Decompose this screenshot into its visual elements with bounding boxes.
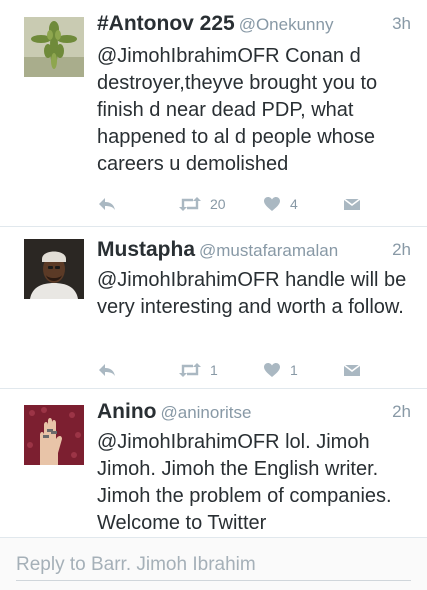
tweet-header: #Antonov 225 @Onekunny 3h bbox=[97, 12, 411, 36]
retweet-button[interactable]: 20 bbox=[179, 194, 226, 214]
reply-icon bbox=[99, 198, 115, 210]
display-name[interactable]: Mustapha bbox=[97, 238, 195, 261]
user-handle[interactable]: @aninoritse bbox=[160, 403, 251, 422]
reply-button[interactable] bbox=[97, 194, 117, 214]
display-name[interactable]: Anino bbox=[97, 400, 156, 423]
person-photo-icon bbox=[24, 239, 84, 299]
like-count: 1 bbox=[290, 362, 298, 378]
avatar[interactable] bbox=[24, 17, 84, 77]
retweet-icon bbox=[179, 363, 201, 377]
leaf-cross-icon bbox=[24, 17, 84, 77]
tweet-actions: 20 4 bbox=[97, 194, 367, 214]
tweet-header: Anino @aninoritse 2h bbox=[97, 400, 411, 424]
tweet-item[interactable]: Anino @aninoritse 2h @JimohIbrahimOFR lol… bbox=[0, 389, 427, 537]
timestamp: 2h bbox=[392, 402, 411, 421]
timeline-feed[interactable]: #Antonov 225 @Onekunny 3h @JimohIbrahimOF… bbox=[0, 0, 427, 537]
retweet-count: 1 bbox=[210, 362, 218, 378]
retweet-icon bbox=[179, 197, 201, 211]
hand-rings-icon bbox=[24, 405, 84, 465]
avatar[interactable] bbox=[24, 405, 84, 465]
like-button[interactable]: 1 bbox=[263, 360, 298, 380]
avatar[interactable] bbox=[24, 239, 84, 299]
envelope-icon bbox=[343, 364, 361, 376]
reply-bar bbox=[0, 537, 427, 590]
tweet-item[interactable]: #Antonov 225 @Onekunny 3h @JimohIbrahimOF… bbox=[0, 0, 427, 227]
display-name[interactable]: #Antonov 225 bbox=[97, 12, 235, 35]
like-count: 4 bbox=[290, 196, 298, 212]
tweet-item[interactable]: Mustapha @mustafaramalan 2h @JimohIbrahim… bbox=[0, 227, 427, 389]
tweet-text: @JimohIbrahimOFR lol. Jimoh Jimoh. Jimoh… bbox=[97, 431, 392, 534]
tweet-actions: 1 1 bbox=[97, 360, 367, 380]
reply-input[interactable] bbox=[16, 550, 411, 581]
timestamp: 2h bbox=[392, 240, 411, 259]
like-button[interactable]: 4 bbox=[263, 194, 298, 214]
heart-icon bbox=[264, 197, 280, 211]
tweet-header: Mustapha @mustafaramalan 2h bbox=[97, 238, 411, 262]
user-handle[interactable]: @mustafaramalan bbox=[199, 241, 338, 260]
reply-button[interactable] bbox=[97, 360, 117, 380]
message-button[interactable] bbox=[343, 360, 361, 380]
tweet-text: @JimohIbrahimOFR handle will be very int… bbox=[97, 269, 407, 318]
tweet-text: @JimohIbrahimOFR Conan d destroyer,theyv… bbox=[97, 45, 378, 175]
user-handle[interactable]: @Onekunny bbox=[239, 15, 334, 34]
timestamp: 3h bbox=[392, 14, 411, 33]
retweet-button[interactable]: 1 bbox=[179, 360, 218, 380]
reply-icon bbox=[99, 364, 115, 376]
message-button[interactable] bbox=[343, 194, 361, 214]
retweet-count: 20 bbox=[210, 196, 226, 212]
heart-icon bbox=[264, 363, 280, 377]
envelope-icon bbox=[343, 198, 361, 210]
